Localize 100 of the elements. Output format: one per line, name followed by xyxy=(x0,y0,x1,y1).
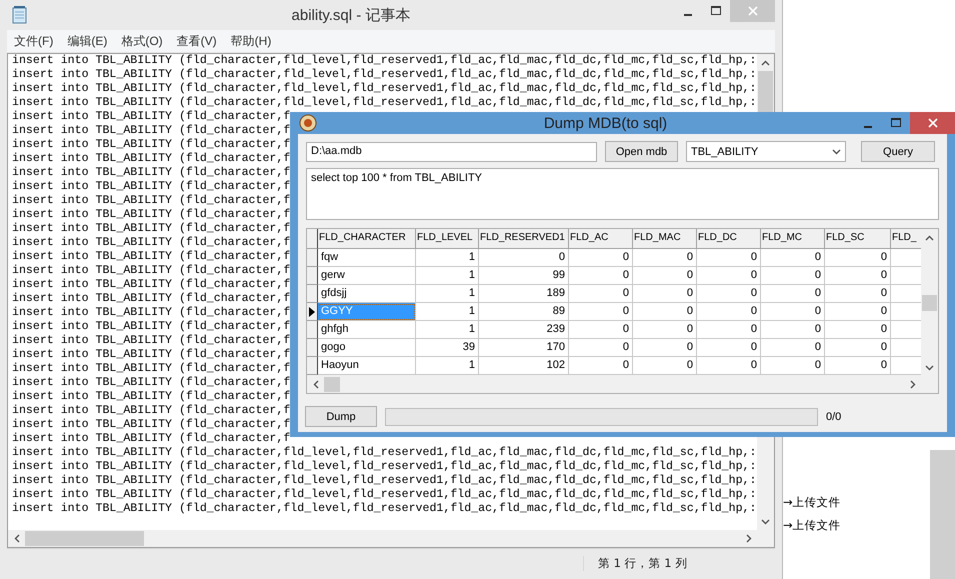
code-line: insert into TBL_ABILITY (fld_character,f xyxy=(12,390,290,404)
table-cell: 0 xyxy=(697,249,761,267)
table-cell xyxy=(891,285,921,303)
sql-field[interactable]: select top 100 * from TBL_ABILITY xyxy=(306,168,939,220)
close-icon xyxy=(928,118,938,128)
notepad-icon xyxy=(12,6,28,24)
table-cell: 170 xyxy=(479,339,569,357)
table-select[interactable]: TBL_ABILITY xyxy=(686,141,846,162)
table-cell: 1 xyxy=(416,303,479,321)
code-line: insert into TBL_ABILITY (fld_character,f xyxy=(12,334,290,348)
table-cell: 1 xyxy=(416,267,479,285)
column-header[interactable]: FLD_MC xyxy=(761,229,825,249)
table-cell: 0 xyxy=(633,285,697,303)
desktop-label: →上传文件 xyxy=(783,518,841,533)
code-line: insert into TBL_ABILITY (fld_character,f xyxy=(12,222,290,236)
table-cell: 102 xyxy=(479,357,569,375)
scroll-down-icon[interactable] xyxy=(761,518,770,524)
row-indicator[interactable] xyxy=(307,267,318,285)
table-cell: 0 xyxy=(825,303,891,321)
dropdown-icon[interactable] xyxy=(832,148,841,154)
table-cell: 0 xyxy=(479,249,569,267)
code-line: insert into TBL_ABILITY (fld_character,f xyxy=(12,152,290,166)
table-cell: fqw xyxy=(318,249,416,267)
column-header[interactable]: FLD_RESERVED1 xyxy=(479,229,569,249)
table-cell: Haoyun xyxy=(318,357,416,375)
scroll-thumb[interactable] xyxy=(25,531,144,546)
table-cell: 99 xyxy=(479,267,569,285)
minimize-icon xyxy=(864,126,872,128)
maximize-icon xyxy=(711,6,721,16)
row-indicator[interactable] xyxy=(307,285,318,303)
row-indicator[interactable] xyxy=(307,303,318,321)
menu-item[interactable]: 编辑(E) xyxy=(67,32,108,50)
close-button[interactable] xyxy=(910,112,955,134)
scroll-right-icon[interactable] xyxy=(746,534,752,543)
table-cell: 0 xyxy=(697,357,761,375)
table-cell: 0 xyxy=(633,357,697,375)
code-line: insert into TBL_ABILITY (fld_character,fld_level,fld_reserved1,fld_ac,fld_mac,fld_dc,fld_mc,fld_sc,fld_hp,: xyxy=(12,54,756,68)
code-line: insert into TBL_ABILITY (fld_character,f xyxy=(12,124,290,138)
table-cell xyxy=(891,303,921,321)
table-cell: 0 xyxy=(825,285,891,303)
code-line: insert into TBL_ABILITY (fld_character,f xyxy=(12,166,290,180)
row-indicator[interactable] xyxy=(307,321,318,339)
open-mdb-button[interactable]: Open mdb xyxy=(605,141,678,162)
table-cell: 0 xyxy=(633,249,697,267)
code-line: insert into TBL_ABILITY (fld_character,fld_level,fld_reserved1,fld_ac,fld_mac,fld_dc,fld_mc,fld_sc,fld_hp,: xyxy=(12,446,756,460)
menu-item[interactable]: 文件(F) xyxy=(14,32,54,50)
table-cell: 0 xyxy=(761,267,825,285)
table-cell: gerw xyxy=(318,267,416,285)
column-header[interactable]: FLD_CHARACTER xyxy=(318,229,416,249)
table-cell: 0 xyxy=(633,321,697,339)
column-header[interactable]: FLD_AC xyxy=(569,229,633,249)
table-cell: 0 xyxy=(761,321,825,339)
code-line: insert into TBL_ABILITY (fld_character,f xyxy=(12,194,290,208)
table-cell: ghfgh xyxy=(318,321,416,339)
table-cell: 239 xyxy=(479,321,569,339)
table-cell: 0 xyxy=(569,321,633,339)
maximize-icon xyxy=(891,118,901,128)
scroll-right-icon[interactable] xyxy=(910,380,916,389)
column-header[interactable]: FLD_DC xyxy=(697,229,761,249)
table-cell xyxy=(891,339,921,357)
menu-item[interactable]: 查看(V) xyxy=(176,32,217,50)
column-header[interactable]: FLD_SC xyxy=(825,229,891,249)
table-cell: 0 xyxy=(569,339,633,357)
table-cell: 0 xyxy=(633,303,697,321)
scroll-up-icon[interactable] xyxy=(761,60,770,66)
progress-count: 0/0 xyxy=(826,410,842,422)
minimize-icon xyxy=(684,14,692,16)
scroll-down-icon[interactable] xyxy=(925,364,934,370)
menu-item[interactable]: 帮助(H) xyxy=(230,32,272,50)
table-cell: 0 xyxy=(825,267,891,285)
table-cell: 0 xyxy=(761,303,825,321)
scroll-left-icon[interactable] xyxy=(14,534,20,543)
column-header[interactable]: FLD_LEVEL xyxy=(416,229,479,249)
code-line: insert into TBL_ABILITY (fld_character,fld_level,fld_reserved1,fld_ac,fld_mac,fld_dc,fld_mc,fld_sc,fld_hp,: xyxy=(12,474,756,488)
app-icon xyxy=(299,114,317,132)
table-cell: 0 xyxy=(569,267,633,285)
scroll-thumb[interactable] xyxy=(324,377,340,392)
scroll-up-icon[interactable] xyxy=(925,234,934,240)
scroll-thumb[interactable] xyxy=(922,294,937,310)
code-line: insert into TBL_ABILITY (fld_character,f xyxy=(12,292,290,306)
dump-button[interactable]: Dump xyxy=(305,406,377,427)
table-cell: 1 xyxy=(416,249,479,267)
cursor-position: 第 1 行，第 1 列 xyxy=(583,556,775,570)
row-indicator[interactable] xyxy=(307,339,318,357)
window-title: ability.sql - 记事本 xyxy=(290,6,412,24)
table-cell xyxy=(891,321,921,339)
code-line: insert into TBL_ABILITY (fld_character,f xyxy=(12,418,290,432)
scroll-left-icon[interactable] xyxy=(312,380,318,389)
query-button[interactable]: Query xyxy=(861,141,935,162)
code-line: insert into TBL_ABILITY (fld_character,f xyxy=(12,250,290,264)
menu-item[interactable]: 格式(O) xyxy=(121,32,163,50)
column-header[interactable]: FLD_MAC xyxy=(633,229,697,249)
code-line: insert into TBL_ABILITY (fld_character,f xyxy=(12,208,290,222)
code-line: insert into TBL_ABILITY (fld_character,f xyxy=(12,362,290,376)
row-indicator[interactable] xyxy=(307,357,318,375)
code-line: insert into TBL_ABILITY (fld_character,fld_level,fld_reserved1,fld_ac,fld_mac,fld_dc,fld_mc,fld_sc,fld_hp,: xyxy=(12,488,756,502)
horizontal-scrollbar[interactable] xyxy=(8,530,757,547)
path-field[interactable]: D:\aa.mdb xyxy=(306,142,597,162)
row-indicator[interactable] xyxy=(307,249,318,267)
code-line: insert into TBL_ABILITY (fld_character,f xyxy=(12,432,290,446)
